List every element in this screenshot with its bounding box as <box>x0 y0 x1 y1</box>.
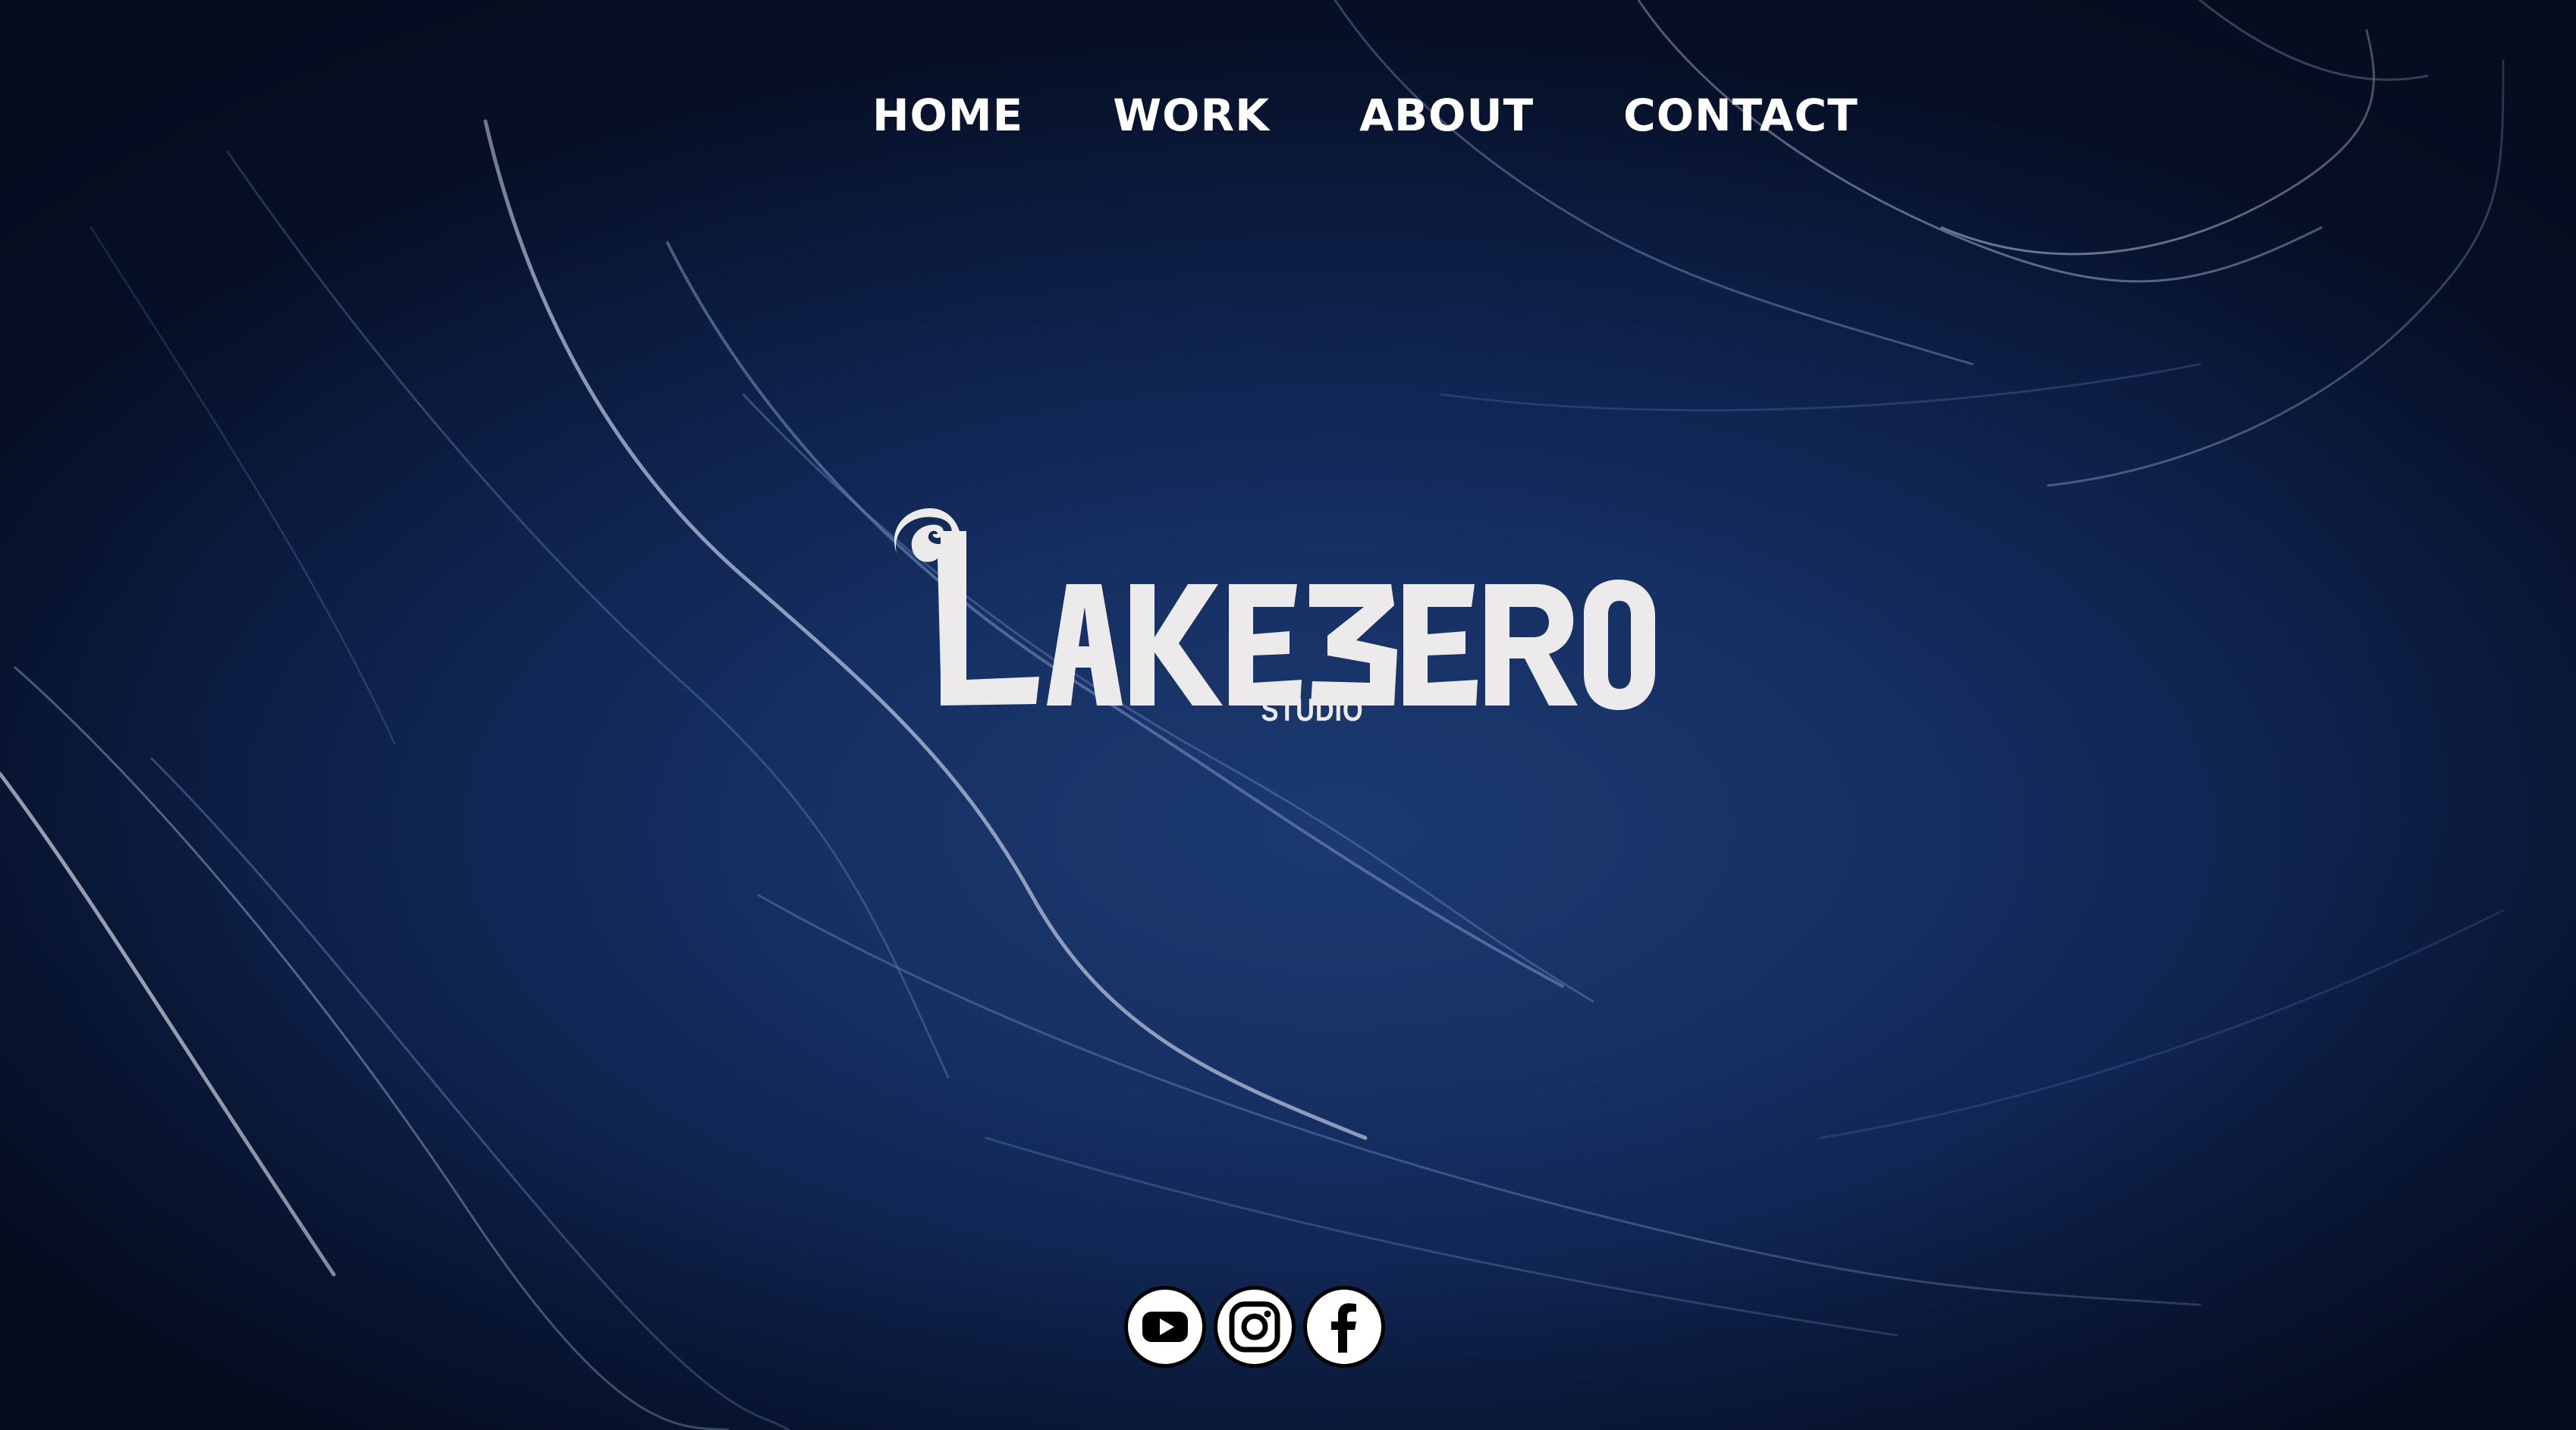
nav-contact-link[interactable]: CONTACT <box>1623 90 1858 141</box>
nav-home-link[interactable]: HOME <box>872 90 1023 141</box>
main-navigation: HOME WORK ABOUT CONTACT <box>872 90 1858 141</box>
hero-page: HOME WORK ABOUT CONTACT STUDIO <box>0 0 2576 1430</box>
instagram-icon <box>1229 1301 1280 1353</box>
youtube-icon <box>1142 1312 1188 1342</box>
facebook-icon <box>1331 1303 1356 1353</box>
nav-about-link[interactable]: ABOUT <box>1359 90 1534 141</box>
nav-work-link[interactable]: WORK <box>1113 90 1270 141</box>
social-links <box>1124 1286 1385 1368</box>
brand-subtitle: STUDIO <box>1261 692 1364 728</box>
instagram-button[interactable] <box>1214 1286 1296 1368</box>
facebook-button[interactable] <box>1303 1286 1385 1368</box>
youtube-button[interactable] <box>1124 1286 1206 1368</box>
